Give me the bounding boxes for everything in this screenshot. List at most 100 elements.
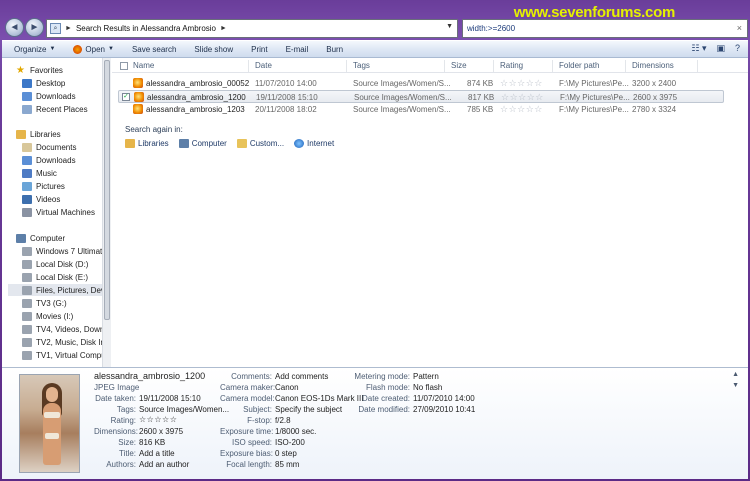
search-again-libraries[interactable]: Libraries bbox=[125, 139, 169, 148]
select-all-checkbox[interactable] bbox=[120, 62, 128, 70]
column-separator[interactable] bbox=[697, 60, 698, 72]
detail-value[interactable]: Add a title bbox=[139, 449, 175, 458]
jpeg-file-icon bbox=[134, 92, 144, 102]
address-bar[interactable]: ⌕ ► Search Results in Alessandra Ambrosi… bbox=[46, 19, 458, 38]
nav-drive-i[interactable]: Movies (I:) bbox=[22, 310, 102, 322]
detail-value: Canon EOS-1Ds Mark III bbox=[275, 394, 364, 403]
nav-drive-e[interactable]: Local Disk (E:) bbox=[22, 271, 102, 283]
rating-stars[interactable]: ☆☆☆☆☆ bbox=[500, 78, 543, 89]
search-query[interactable]: width:>=2600 bbox=[467, 24, 515, 33]
nav-virtual-machines[interactable]: Virtual Machines bbox=[22, 206, 102, 218]
address-dropdown-icon[interactable]: ▼ bbox=[446, 23, 453, 30]
column-separator[interactable] bbox=[444, 60, 445, 72]
rating-stars[interactable]: ☆☆☆☆☆ bbox=[501, 92, 544, 103]
navigation-scrollbar[interactable] bbox=[102, 58, 111, 367]
jpeg-file-icon bbox=[133, 78, 143, 88]
nav-music[interactable]: Music bbox=[22, 167, 102, 179]
detail-value[interactable]: Add comments bbox=[275, 372, 328, 381]
details-scroll-up-icon[interactable]: ▲ bbox=[732, 371, 739, 378]
file-dimensions: 2600 x 3975 bbox=[633, 93, 678, 102]
nav-drive-c[interactable]: Windows 7 Ultimate bbox=[22, 245, 102, 257]
nav-drive-tv2[interactable]: TV2, Music, Disk Im bbox=[22, 336, 102, 348]
email-button[interactable]: E-mail bbox=[286, 45, 309, 54]
column-name[interactable]: Name bbox=[133, 61, 154, 70]
file-date: 11/07/2010 14:00 bbox=[255, 79, 317, 88]
nav-libraries-label: Libraries bbox=[30, 129, 61, 139]
thumbnail-figure-bottom bbox=[45, 433, 59, 439]
nav-libraries[interactable]: Libraries bbox=[16, 128, 102, 140]
detail-rating-stars[interactable]: ☆☆☆☆☆ bbox=[139, 415, 177, 424]
rating-stars[interactable]: ☆☆☆☆☆ bbox=[500, 104, 543, 115]
column-separator[interactable] bbox=[625, 60, 626, 72]
print-button[interactable]: Print bbox=[251, 45, 267, 54]
breadcrumb-chevron[interactable]: ► bbox=[65, 25, 72, 32]
organize-label: Organize bbox=[14, 44, 47, 54]
search-again-computer[interactable]: Computer bbox=[178, 139, 227, 148]
file-name[interactable]: alessandra_ambrosio_1203 bbox=[146, 105, 245, 114]
drive-icon bbox=[22, 298, 32, 308]
nav-drive-f[interactable]: Files, Pictures, Dev ( bbox=[8, 284, 102, 296]
breadcrumb-chevron[interactable]: ► bbox=[220, 25, 227, 32]
detail-label: Metering mode: bbox=[354, 372, 410, 381]
virtual-machines-icon bbox=[22, 207, 32, 217]
nav-drive-e-label: Local Disk (E:) bbox=[36, 272, 89, 282]
open-label: Open bbox=[85, 44, 105, 54]
file-name[interactable]: alessandra_ambrosio_1200 bbox=[147, 93, 246, 102]
column-size[interactable]: Size bbox=[451, 61, 467, 70]
row-checkbox[interactable]: ✓ bbox=[122, 93, 130, 101]
organize-button[interactable]: Organize ▼ bbox=[14, 45, 55, 54]
details-scroll-down-icon[interactable]: ▼ bbox=[732, 382, 739, 389]
search-again-internet[interactable]: Internet bbox=[294, 139, 334, 148]
folder-icon bbox=[236, 139, 247, 148]
nav-desktop-label: Desktop bbox=[36, 78, 66, 88]
clear-search-icon[interactable]: × bbox=[737, 20, 742, 37]
open-button[interactable]: Open ▼ bbox=[73, 44, 114, 54]
nav-drive-g[interactable]: TV3 (G:) bbox=[22, 297, 102, 309]
documents-icon bbox=[22, 142, 32, 152]
table-row[interactable]: alessandra_ambrosio_1203 20/11/2008 18:0… bbox=[118, 103, 724, 116]
search-again-custom[interactable]: Custom... bbox=[236, 139, 284, 148]
detail-value[interactable]: Specify the subject bbox=[275, 405, 342, 414]
column-rating[interactable]: Rating bbox=[500, 61, 523, 70]
nav-drive-d[interactable]: Local Disk (D:) bbox=[22, 258, 102, 270]
nav-favorites[interactable]: ★ Favorites bbox=[16, 64, 102, 76]
detail-label: Rating: bbox=[110, 416, 136, 425]
help-icon[interactable]: ? bbox=[735, 43, 740, 54]
nav-computer[interactable]: Computer bbox=[16, 232, 102, 244]
nav-documents[interactable]: Documents bbox=[22, 141, 102, 153]
nav-drive-tv1[interactable]: TV1, Virtual Compu bbox=[22, 349, 102, 361]
file-name[interactable]: alessandra_ambrosio_00052 bbox=[146, 79, 249, 88]
search-input[interactable]: width:>=2600 × bbox=[462, 19, 748, 38]
detail-value[interactable]: Add an author bbox=[139, 460, 189, 469]
scrollbar-thumb[interactable] bbox=[104, 60, 110, 320]
nav-recent-places[interactable]: Recent Places bbox=[22, 103, 102, 115]
save-search-button[interactable]: Save search bbox=[132, 45, 176, 54]
detail-value[interactable]: Source Images/Women... bbox=[139, 405, 229, 414]
nav-videos[interactable]: Videos bbox=[22, 193, 102, 205]
column-separator[interactable] bbox=[346, 60, 347, 72]
views-icon[interactable]: ☷ ▾ bbox=[691, 43, 706, 54]
nav-pictures-label: Pictures bbox=[36, 181, 65, 191]
column-separator[interactable] bbox=[493, 60, 494, 72]
back-button[interactable]: ◄ bbox=[5, 18, 24, 37]
column-separator[interactable] bbox=[552, 60, 553, 72]
burn-button[interactable]: Burn bbox=[326, 45, 343, 54]
forward-button[interactable]: ► bbox=[25, 18, 44, 37]
details-file-type: JPEG Image bbox=[94, 383, 140, 392]
detail-value: 27/09/2010 10:41 bbox=[413, 405, 476, 414]
table-row[interactable]: ✓ alessandra_ambrosio_1200 19/11/2008 15… bbox=[118, 90, 724, 103]
column-dimensions[interactable]: Dimensions bbox=[632, 61, 674, 70]
preview-pane-icon[interactable]: ▣ bbox=[716, 43, 725, 54]
nav-downloads[interactable]: Downloads bbox=[22, 90, 102, 102]
nav-pictures[interactable]: Pictures bbox=[22, 180, 102, 192]
slide-show-button[interactable]: Slide show bbox=[194, 45, 233, 54]
nav-drive-tv4[interactable]: TV4, Videos, Downlo bbox=[22, 323, 102, 335]
nav-desktop[interactable]: Desktop bbox=[22, 77, 102, 89]
column-separator[interactable] bbox=[248, 60, 249, 72]
breadcrumb[interactable]: Search Results in Alessandra Ambrosio bbox=[76, 24, 216, 33]
table-row[interactable]: alessandra_ambrosio_00052 11/07/2010 14:… bbox=[118, 77, 724, 90]
column-folder-path[interactable]: Folder path bbox=[559, 61, 599, 70]
nav-lib-downloads[interactable]: Downloads bbox=[22, 154, 102, 166]
column-date[interactable]: Date bbox=[255, 61, 272, 70]
column-tags[interactable]: Tags bbox=[353, 61, 370, 70]
